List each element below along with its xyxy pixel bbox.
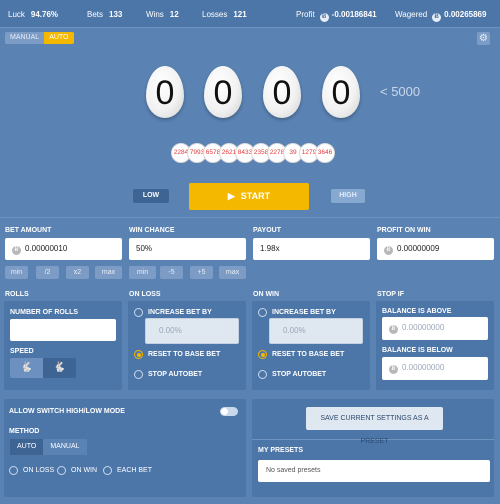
- chance-minus-button[interactable]: -5: [160, 266, 183, 279]
- balance-above-input[interactable]: Ƀ 0.00000000: [382, 317, 488, 340]
- on-win-stop-label: STOP AUTOBET: [272, 371, 327, 378]
- switch-each-bet-label: EACH BET: [117, 467, 153, 474]
- bet-min-button[interactable]: min: [5, 266, 28, 279]
- number-of-rolls-label: NUMBER OF ROLLS: [10, 309, 79, 316]
- on-loss-reset-radio[interactable]: [134, 350, 143, 359]
- play-icon: ▶: [227, 191, 235, 201]
- stat-wagered-value: 0.00265869: [444, 10, 487, 19]
- stat-losses-value: 121: [233, 10, 247, 19]
- on-win-reset-radio[interactable]: [258, 350, 267, 359]
- on-loss-increase-input[interactable]: 0.00%: [145, 318, 239, 344]
- stat-wins: Wins 12: [146, 10, 179, 19]
- result-digit: 0: [263, 66, 301, 118]
- speed-label: SPEED: [10, 348, 34, 355]
- bet-half-button[interactable]: /2: [36, 266, 59, 279]
- bitcoin-icon: Ƀ: [12, 246, 21, 255]
- on-loss-panel: INCREASE BET BY 0.00% RESET TO BASE BET …: [128, 301, 246, 390]
- stat-wins-value: 12: [169, 10, 179, 19]
- stat-luck-value: 94.76%: [30, 10, 59, 19]
- on-loss-stop-label: STOP AUTOBET: [148, 371, 203, 378]
- start-button[interactable]: ▶ START: [189, 183, 309, 210]
- chance-plus-button[interactable]: +5: [190, 266, 213, 279]
- stat-profit-value: -0.00186841: [331, 10, 377, 19]
- switch-each-bet-radio[interactable]: [103, 466, 112, 475]
- payout-label: PAYOUT: [253, 227, 282, 234]
- on-loss-stop-radio[interactable]: [134, 370, 143, 379]
- history-ball: 3646: [315, 143, 335, 163]
- switch-on-win-radio[interactable]: [57, 466, 66, 475]
- bitcoin-icon: Ƀ: [389, 325, 398, 334]
- mode-manual-button[interactable]: MANUAL: [5, 32, 45, 44]
- balance-below-label: BALANCE IS BELOW: [382, 347, 453, 354]
- on-win-stop-radio[interactable]: [258, 370, 267, 379]
- on-loss-reset-label: RESET TO BASE BET: [148, 351, 221, 358]
- mode-auto-button[interactable]: AUTO: [44, 32, 74, 44]
- roll-target: < 5000: [380, 84, 421, 99]
- fast-rabbit-icon[interactable]: 🐇: [43, 358, 76, 378]
- low-button[interactable]: LOW: [133, 189, 169, 203]
- on-loss-section-title: ON LOSS: [129, 291, 161, 298]
- on-win-increase-label: INCREASE BET BY: [272, 309, 336, 316]
- bet-amount-label: BET AMOUNT: [5, 227, 52, 234]
- bet-amount-input[interactable]: Ƀ 0.00000010: [5, 238, 122, 260]
- chance-min-button[interactable]: min: [129, 266, 156, 279]
- switch-mode-toggle[interactable]: [220, 407, 238, 416]
- method-label: METHOD: [9, 428, 40, 435]
- stat-wagered: Wagered Ƀ 0.00265869: [395, 10, 487, 22]
- bitcoin-icon: Ƀ: [389, 365, 398, 374]
- bitcoin-icon: Ƀ: [319, 13, 329, 22]
- win-chance-label: WIN CHANCE: [129, 227, 175, 234]
- rolls-section-title: ROLLS: [5, 291, 29, 298]
- my-presets-title: MY PRESETS: [258, 447, 303, 454]
- divider: [0, 217, 500, 218]
- switch-on-loss-label: ON LOSS: [23, 467, 55, 474]
- number-of-rolls-input[interactable]: [10, 319, 116, 341]
- presets-empty-state: No saved presets: [258, 460, 490, 482]
- method-manual-button[interactable]: MANUAL: [43, 439, 87, 455]
- on-win-increase-input[interactable]: 0.00%: [269, 318, 363, 344]
- bet-double-button[interactable]: x2: [66, 266, 89, 279]
- result-digit: 0: [146, 66, 184, 118]
- mode-toggle: MANUAL AUTO: [5, 32, 74, 44]
- stat-luck: Luck 94.76%: [8, 10, 59, 19]
- result-digit: 0: [204, 66, 242, 118]
- high-button[interactable]: HIGH: [331, 189, 365, 203]
- bitcoin-icon: Ƀ: [384, 246, 393, 255]
- stat-profit: Profit Ƀ -0.00186841: [296, 10, 377, 22]
- profit-on-win-label: PROFIT ON WIN: [377, 227, 431, 234]
- bitcoin-icon: Ƀ: [432, 13, 442, 22]
- stat-losses: Losses 121: [202, 10, 247, 19]
- switch-on-loss-radio[interactable]: [9, 466, 18, 475]
- profit-on-win-field: Ƀ 0.00000009: [377, 238, 494, 260]
- on-win-reset-label: RESET TO BASE BET: [272, 351, 345, 358]
- stop-if-section-title: STOP IF: [377, 291, 404, 298]
- stat-bets: Bets 133: [87, 10, 123, 19]
- start-label: START: [240, 191, 271, 201]
- speed-toggle: 🐇 🐇: [10, 358, 76, 378]
- allow-switch-label: ALLOW SWITCH HIGH/LOW MODE: [9, 408, 125, 415]
- on-win-increase-radio[interactable]: [258, 308, 267, 317]
- gear-icon[interactable]: ⚙: [477, 32, 490, 45]
- method-toggle: AUTO MANUAL: [10, 439, 87, 455]
- on-loss-increase-label: INCREASE BET BY: [148, 309, 212, 316]
- method-auto-button[interactable]: AUTO: [10, 439, 44, 455]
- on-loss-increase-radio[interactable]: [134, 308, 143, 317]
- on-win-panel: INCREASE BET BY 0.00% RESET TO BASE BET …: [252, 301, 370, 390]
- chance-max-button[interactable]: max: [219, 266, 246, 279]
- save-preset-button[interactable]: SAVE CURRENT SETTINGS AS A PRESET: [306, 407, 443, 445]
- win-chance-input[interactable]: 50%: [129, 238, 246, 260]
- stat-bets-value: 133: [109, 10, 123, 19]
- on-win-section-title: ON WIN: [253, 291, 280, 298]
- balance-above-label: BALANCE IS ABOVE: [382, 308, 452, 315]
- stats-bar: Luck 94.76% Bets 133 Wins 12 Losses 121 Prof…: [0, 0, 500, 28]
- slow-rabbit-icon[interactable]: 🐇: [10, 358, 43, 378]
- payout-input[interactable]: 1.98x: [253, 238, 370, 260]
- result-digit: 0: [322, 66, 360, 118]
- switch-on-win-label: ON WIN: [71, 467, 98, 474]
- stop-if-panel: BALANCE IS ABOVE Ƀ 0.00000000 BALANCE IS …: [376, 301, 494, 390]
- bet-max-button[interactable]: max: [95, 266, 122, 279]
- balance-below-input[interactable]: Ƀ 0.00000000: [382, 357, 488, 380]
